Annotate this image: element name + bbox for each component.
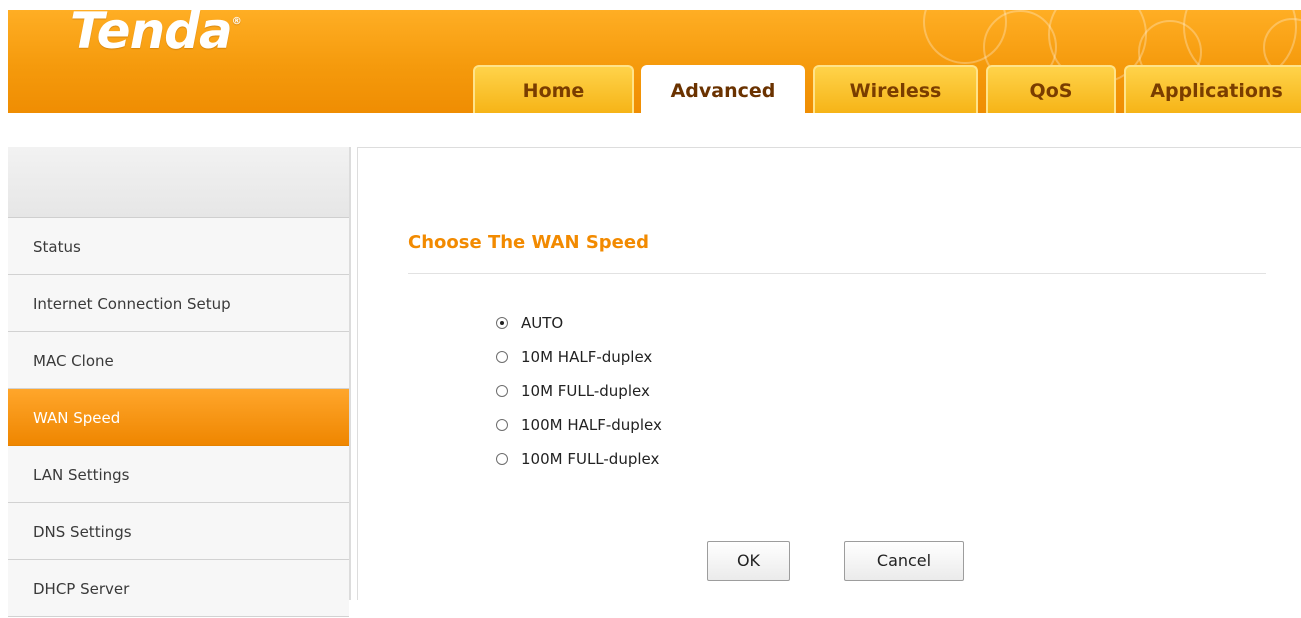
- header-banner: Tenda® Home Advanced Wireless QoS Applic…: [8, 10, 1301, 113]
- sidebar-header: [8, 147, 349, 218]
- sidebar-item-status[interactable]: Status: [8, 218, 349, 275]
- radio-button[interactable]: [496, 351, 508, 363]
- tab-applications[interactable]: Applications: [1124, 65, 1301, 113]
- radio-button[interactable]: [496, 385, 508, 397]
- radio-button-checked[interactable]: [496, 317, 508, 329]
- sidebar-item-dns-settings[interactable]: DNS Settings: [8, 503, 349, 560]
- option-auto[interactable]: AUTO: [496, 306, 662, 340]
- option-100m-full-duplex[interactable]: 100M FULL-duplex: [496, 442, 662, 476]
- page-title: Choose The WAN Speed: [408, 232, 649, 253]
- sidebar-item-wan-speed[interactable]: WAN Speed: [8, 389, 349, 446]
- radio-button[interactable]: [496, 419, 508, 431]
- tab-home[interactable]: Home: [473, 65, 634, 113]
- option-label: 100M FULL-duplex: [521, 450, 660, 468]
- title-divider: [408, 273, 1266, 274]
- cancel-button[interactable]: Cancel: [844, 541, 964, 581]
- radio-button[interactable]: [496, 453, 508, 465]
- sidebar-item-lan-settings[interactable]: LAN Settings: [8, 446, 349, 503]
- option-label: AUTO: [521, 314, 564, 332]
- option-label: 100M HALF-duplex: [521, 416, 662, 434]
- sidebar-item-internet-connection-setup[interactable]: Internet Connection Setup: [8, 275, 349, 332]
- option-label: 10M HALF-duplex: [521, 348, 653, 366]
- option-100m-half-duplex[interactable]: 100M HALF-duplex: [496, 408, 662, 442]
- option-10m-full-duplex[interactable]: 10M FULL-duplex: [496, 374, 662, 408]
- tab-advanced[interactable]: Advanced: [641, 65, 805, 113]
- option-label: 10M FULL-duplex: [521, 382, 650, 400]
- ok-button[interactable]: OK: [707, 541, 790, 581]
- sidebar-item-mac-clone[interactable]: MAC Clone: [8, 332, 349, 389]
- tab-wireless[interactable]: Wireless: [813, 65, 978, 113]
- sidebar-item-dhcp-server[interactable]: DHCP Server: [8, 560, 349, 617]
- tenda-logo: Tenda®: [70, 10, 242, 60]
- registered-mark: ®: [231, 16, 242, 28]
- wan-speed-options: AUTO 10M HALF-duplex 10M FULL-duplex 100…: [496, 306, 662, 476]
- sidebar: Status Internet Connection Setup MAC Clo…: [8, 147, 351, 617]
- option-10m-half-duplex[interactable]: 10M HALF-duplex: [496, 340, 662, 374]
- logo-text: Tenda: [70, 10, 233, 60]
- tab-qos[interactable]: QoS: [986, 65, 1116, 113]
- main-content: Choose The WAN Speed AUTO 10M HALF-duple…: [357, 147, 1301, 600]
